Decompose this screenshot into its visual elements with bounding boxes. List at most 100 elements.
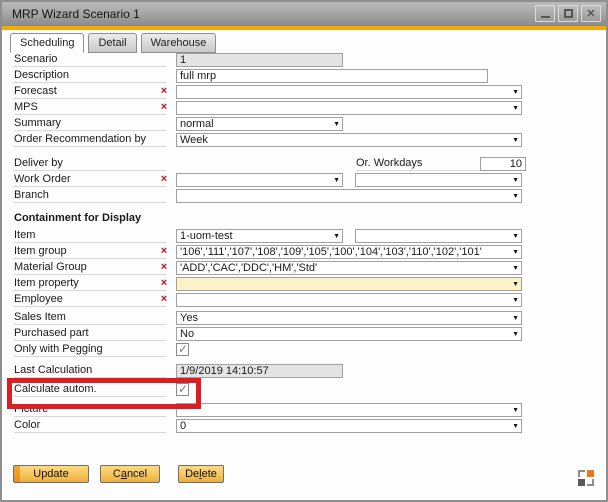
row-only-with-pegging: Only with Pegging ✓ (0, 343, 608, 359)
row-scenario: Scenario 1 (0, 53, 608, 69)
chevron-down-icon: ▼ (333, 120, 340, 129)
description-label: Description (14, 69, 166, 83)
scenario-label: Scenario (14, 53, 166, 67)
sales-item-dropdown[interactable]: Yes ▼ (176, 311, 522, 325)
row-item: Item 1-uom-test ▼ ▼ (0, 229, 608, 245)
minimize-icon (541, 16, 550, 18)
item-label: Item (14, 229, 166, 243)
chevron-down-icon: ▼ (512, 104, 519, 113)
required-x-icon: × (157, 173, 171, 187)
maximize-button[interactable] (558, 5, 578, 22)
last-calculation-field: 1/9/2019 14:10:57 (176, 364, 343, 378)
default-button-strip (14, 466, 20, 482)
employee-label: Employee (14, 293, 166, 307)
delete-button[interactable]: Delete (178, 465, 224, 483)
order-recommendation-dropdown[interactable]: Week ▼ (176, 133, 522, 147)
chevron-down-icon: ▼ (512, 422, 519, 431)
employee-dropdown[interactable]: ▼ (176, 293, 522, 307)
update-button[interactable]: Update (13, 465, 89, 483)
last-calculation-label: Last Calculation (14, 364, 166, 378)
item-property-dropdown[interactable]: ▼ (176, 277, 522, 291)
or-workdays-input[interactable] (480, 157, 526, 171)
row-mps: MPS × ▼ (0, 101, 608, 117)
resize-icon-square-orange (587, 470, 594, 477)
row-deliver-by: Deliver by Or. Workdays (0, 157, 608, 173)
calculate-autom-checkbox[interactable]: ✓ (176, 383, 189, 396)
check-icon: ✓ (178, 342, 188, 356)
chevron-down-icon: ▼ (512, 264, 519, 273)
forecast-dropdown[interactable]: ▼ (176, 85, 522, 99)
row-material-group: Material Group × 'ADD','CAC','DDC','HM',… (0, 261, 608, 277)
row-last-calculation: Last Calculation 1/9/2019 14:10:57 (0, 364, 608, 380)
chevron-down-icon: ▼ (512, 192, 519, 201)
row-description: Description (0, 69, 608, 85)
tab-scheduling[interactable]: Scheduling (10, 33, 84, 53)
row-sales-item: Sales Item Yes ▼ (0, 311, 608, 327)
tab-strip: Scheduling Detail Warehouse (10, 33, 216, 53)
chevron-down-icon: ▼ (512, 330, 519, 339)
accent-gold-bar (0, 26, 608, 30)
window-controls: ✕ (535, 5, 601, 22)
purchased-part-dropdown[interactable]: No ▼ (176, 327, 522, 341)
chevron-down-icon: ▼ (512, 314, 519, 323)
branch-dropdown[interactable]: ▼ (176, 189, 522, 203)
color-dropdown[interactable]: 0 ▼ (176, 419, 522, 433)
window-title: MRP Wizard Scenario 1 (12, 1, 140, 27)
chevron-down-icon: ▼ (512, 232, 519, 241)
summary-dropdown[interactable]: normal ▼ (176, 117, 343, 131)
row-item-group: Item group × '106','111','107','108','10… (0, 245, 608, 261)
mps-label: MPS (14, 101, 166, 115)
only-with-pegging-label: Only with Pegging (14, 343, 166, 357)
item-dropdown-2[interactable]: ▼ (355, 229, 522, 243)
chevron-down-icon: ▼ (333, 176, 340, 185)
row-employee: Employee × ▼ (0, 293, 608, 309)
tab-warehouse[interactable]: Warehouse (141, 33, 217, 53)
row-work-order: Work Order × ▼ ▼ (0, 173, 608, 189)
picture-dropdown[interactable]: ▼ (176, 403, 522, 417)
deliver-by-label: Deliver by (14, 157, 166, 171)
description-input[interactable] (176, 69, 488, 83)
row-order-recommendation: Order Recommendation by Week ▼ (0, 133, 608, 149)
mps-dropdown[interactable]: ▼ (176, 101, 522, 115)
row-picture: Picture ▼ (0, 403, 608, 419)
tab-detail[interactable]: Detail (88, 33, 136, 53)
check-icon: ✓ (178, 382, 188, 396)
item-group-label: Item group (14, 245, 166, 259)
item-group-dropdown[interactable]: '106','111','107','108','109','105','100… (176, 245, 522, 259)
resize-icon-corner-br (587, 479, 594, 486)
chevron-down-icon: ▼ (512, 88, 519, 97)
maximize-icon (564, 9, 573, 18)
resize-icon-corner-tl (578, 470, 585, 477)
work-order-dropdown-2[interactable]: ▼ (355, 173, 522, 187)
branch-label: Branch (14, 189, 166, 203)
material-group-dropdown[interactable]: 'ADD','CAC','DDC','HM','Std' ▼ (176, 261, 522, 275)
forecast-label: Forecast (14, 85, 166, 99)
minimize-button[interactable] (535, 5, 555, 22)
sales-item-label: Sales Item (14, 311, 166, 325)
scenario-field: 1 (176, 53, 343, 67)
title-bar[interactable]: MRP Wizard Scenario 1 ✕ (0, 0, 608, 26)
close-icon: ✕ (582, 7, 600, 21)
calculate-autom-label: Calculate autom. (14, 383, 166, 397)
required-x-icon: × (157, 101, 171, 115)
item-dropdown-1[interactable]: 1-uom-test ▼ (176, 229, 343, 243)
required-x-icon: × (157, 293, 171, 307)
summary-label: Summary (14, 117, 166, 131)
row-calculate-autom: Calculate autom. ✓ (0, 383, 608, 399)
form-resize-icon[interactable] (578, 470, 594, 486)
row-summary: Summary normal ▼ (0, 117, 608, 133)
or-workdays-label: Or. Workdays (356, 157, 480, 171)
only-with-pegging-checkbox[interactable]: ✓ (176, 343, 189, 356)
row-color: Color 0 ▼ (0, 419, 608, 435)
required-x-icon: × (157, 261, 171, 275)
mrp-wizard-window: MRP Wizard Scenario 1 ✕ Scheduling Detai… (0, 0, 608, 502)
chevron-down-icon: ▼ (512, 406, 519, 415)
cancel-button[interactable]: Cancel (100, 465, 160, 483)
row-forecast: Forecast × ▼ (0, 85, 608, 101)
row-branch: Branch ▼ (0, 189, 608, 205)
row-purchased-part: Purchased part No ▼ (0, 327, 608, 343)
work-order-dropdown-1[interactable]: ▼ (176, 173, 343, 187)
close-button[interactable]: ✕ (581, 5, 601, 22)
chevron-down-icon: ▼ (512, 136, 519, 145)
chevron-down-icon: ▼ (512, 296, 519, 305)
